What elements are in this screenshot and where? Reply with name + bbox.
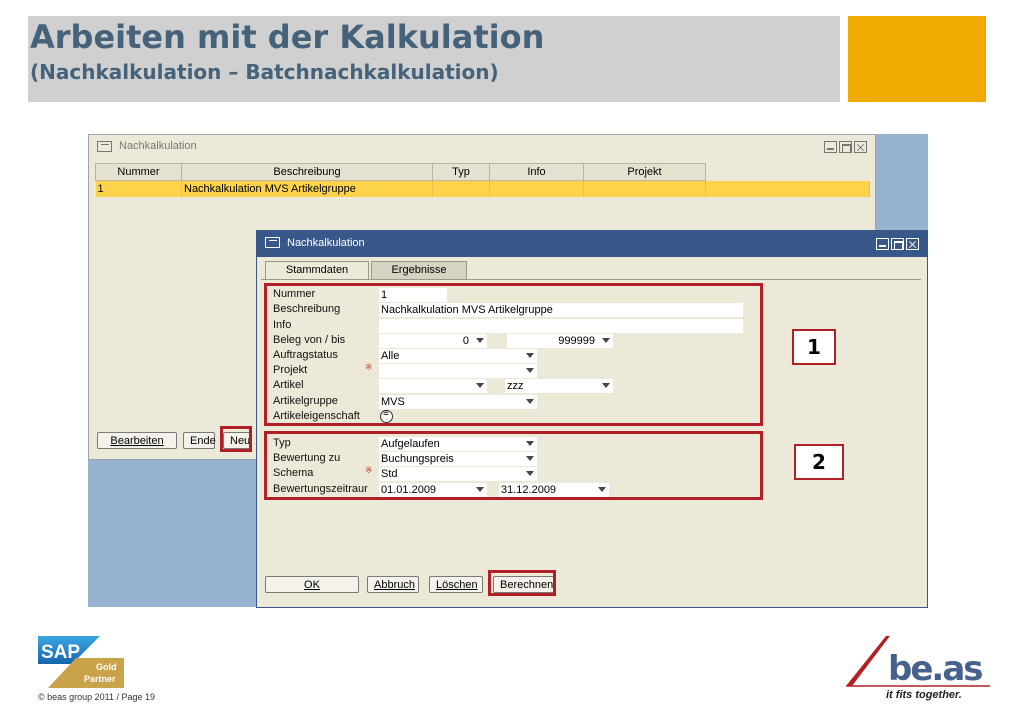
cell-typ[interactable] — [432, 180, 490, 197]
column-header-projekt[interactable]: Projekt — [583, 163, 706, 181]
abbruch-label: Abbruch — [374, 579, 415, 591]
sap-gold-text: Gold — [96, 662, 117, 672]
maximize-icon[interactable] — [839, 141, 852, 153]
cell-beschreibung[interactable]: Nachkalkulation MVS Artikelgruppe — [181, 180, 433, 197]
callout-1: 1 — [792, 329, 836, 365]
neu-highlight-box — [220, 426, 252, 452]
bearbeiten-label: Bearbeiten — [110, 435, 164, 447]
form-icon — [265, 237, 280, 248]
group1-highlight-box — [264, 283, 763, 426]
slide-title: Arbeiten mit der Kalkulation — [30, 18, 545, 56]
close-icon[interactable] — [854, 141, 867, 153]
sap-gold-partner-logo: SAP Gold Partner — [38, 636, 124, 688]
column-header-nummer[interactable]: Nummer — [95, 163, 182, 181]
detail-window-titlebar[interactable]: Nachkalkulation — [257, 231, 927, 257]
tab-ergebnisse[interactable]: Ergebnisse — [371, 261, 467, 279]
ok-label: OK — [304, 579, 320, 591]
calculation-list-table: Nummer Beschreibung Typ Info Projekt 1 N… — [95, 163, 870, 197]
column-header-filler — [705, 163, 870, 181]
ok-button[interactable]: OK — [265, 576, 359, 593]
berechnen-highlight-box — [488, 570, 556, 596]
abbruch-button[interactable]: Abbruch — [367, 576, 419, 593]
beas-logo: be.as it fits together. — [846, 636, 990, 701]
beas-tagline: it fits together. — [886, 689, 962, 701]
loeschen-label: Löschen — [436, 579, 478, 591]
bearbeiten-button[interactable]: Bearbeiten — [97, 432, 177, 449]
cell-nummer[interactable]: 1 — [95, 180, 182, 197]
cell-projekt[interactable] — [583, 180, 706, 197]
column-header-info[interactable]: Info — [489, 163, 584, 181]
beas-logo-text: be.as — [888, 649, 982, 689]
column-header-typ[interactable]: Typ — [432, 163, 490, 181]
close-icon[interactable] — [906, 238, 919, 250]
detail-window-title: Nachkalkulation — [287, 237, 365, 249]
group2-highlight-box — [264, 431, 763, 500]
loeschen-button[interactable]: Löschen — [429, 576, 483, 593]
tab-stammdaten[interactable]: Stammdaten — [265, 261, 369, 279]
footer-copyright: © beas group 2011 / Page 19 — [38, 692, 156, 702]
cell-info[interactable] — [489, 180, 584, 197]
form-icon — [97, 141, 112, 152]
list-window-title: Nachkalkulation — [119, 140, 197, 152]
ende-label: Ende — [190, 435, 216, 447]
minimize-icon[interactable] — [876, 238, 889, 250]
accent-block — [848, 16, 986, 102]
column-header-beschreibung[interactable]: Beschreibung — [181, 163, 433, 181]
cell-filler — [705, 180, 870, 197]
ende-button[interactable]: Ende — [183, 432, 216, 449]
minimize-icon[interactable] — [824, 141, 837, 153]
list-window-titlebar[interactable]: Nachkalkulation — [89, 135, 875, 159]
callout-2: 2 — [794, 444, 844, 480]
table-row[interactable]: 1 Nachkalkulation MVS Artikelgruppe — [95, 180, 870, 197]
slide-subtitle: (Nachkalkulation – Batchnachkalkulation) — [30, 60, 499, 84]
sap-partner-text: Partner — [84, 674, 116, 684]
maximize-icon[interactable] — [891, 238, 904, 250]
